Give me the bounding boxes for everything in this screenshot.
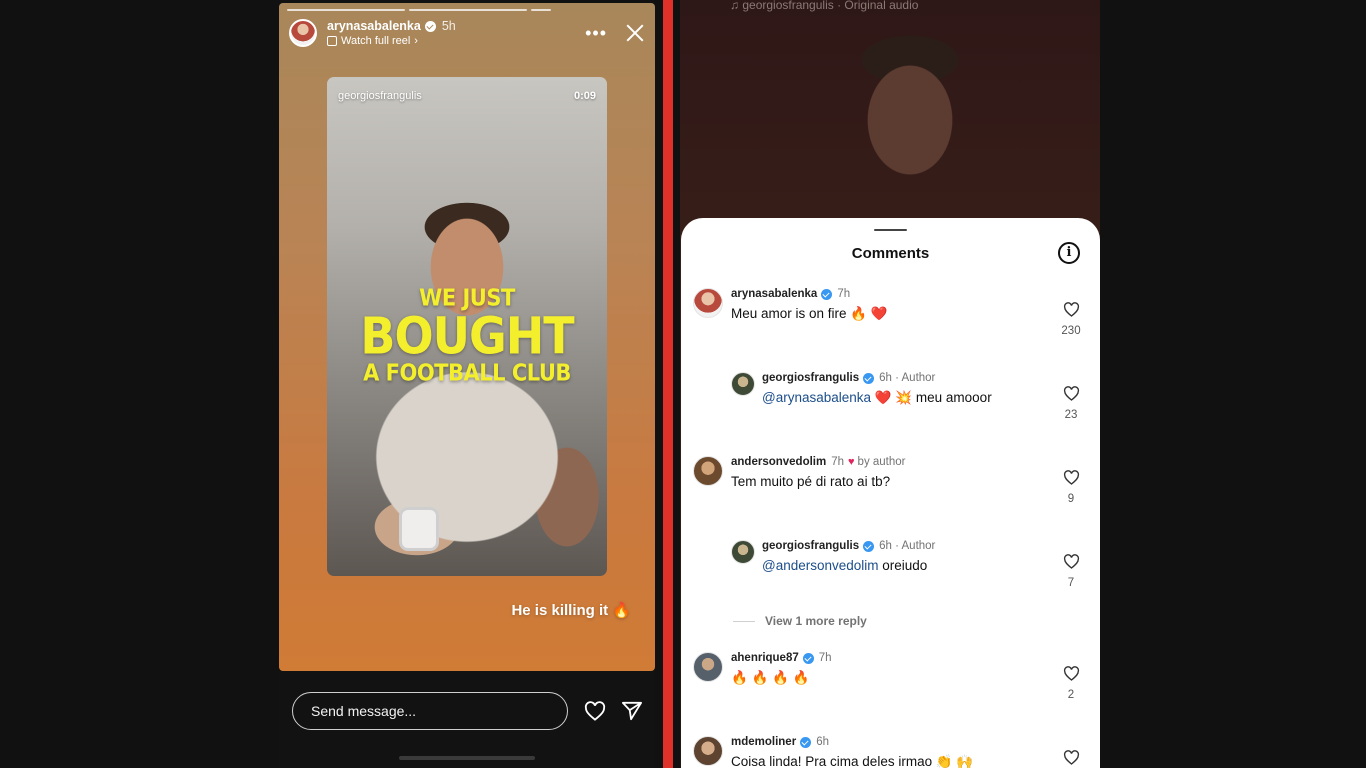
reel-preview[interactable]: georgiosfrangulis 0:09 WE JUST BOUGHT A …	[327, 77, 607, 576]
avatar[interactable]	[693, 456, 723, 486]
like-button[interactable]: 2	[1060, 666, 1082, 701]
divider	[663, 0, 673, 768]
like-button[interactable]: 7	[1060, 554, 1082, 589]
info-icon[interactable]: i	[1058, 242, 1080, 264]
avatar[interactable]	[693, 736, 723, 766]
like-count: 23	[1064, 409, 1078, 421]
comment-text: Coisa linda! Pra cima deles irmao 👏 🙌	[731, 754, 974, 768]
story-footer: Send message...	[279, 671, 655, 768]
avatar[interactable]	[693, 288, 723, 318]
story-header: arynasabalenka 5h Watch full reel › •••	[289, 17, 645, 49]
reel-username: georgiosfrangulis	[338, 90, 422, 102]
mention-link[interactable]: @arynasabalenka	[762, 390, 871, 405]
comment-text: @andersonvedolim oreiudo	[762, 558, 928, 573]
avatar[interactable]	[731, 540, 755, 564]
chevron-right-icon: ›	[414, 35, 418, 47]
verified-icon	[800, 736, 812, 748]
comment-time: 7h	[837, 288, 851, 300]
comment-username[interactable]: arynasabalenka	[731, 288, 817, 300]
watch-full-reel-link[interactable]: Watch full reel ›	[327, 35, 456, 47]
like-button[interactable]	[1060, 750, 1082, 765]
heart-icon[interactable]	[584, 701, 606, 721]
heart-icon: ♥	[848, 456, 855, 468]
verified-icon	[424, 20, 436, 32]
verified-icon	[863, 540, 875, 552]
heart-icon	[1063, 302, 1079, 317]
like-count: 230	[1061, 325, 1081, 337]
screen: arynasabalenka 5h Watch full reel › ••• …	[0, 0, 1366, 768]
comment-username[interactable]: andersonvedolim	[731, 456, 826, 468]
like-button[interactable]: 23	[1060, 386, 1082, 421]
audio-label: ♫ georgiosfrangulis · Original audio	[730, 0, 919, 12]
reel-icon	[327, 36, 337, 46]
more-horizontal-icon[interactable]: •••	[585, 24, 607, 42]
heart-icon	[1063, 470, 1079, 485]
heart-icon	[1063, 750, 1079, 765]
send-message-input[interactable]: Send message...	[292, 692, 568, 730]
comment-text: 🔥 🔥 🔥 🔥	[731, 670, 810, 685]
comment-time: 6h · Author	[879, 372, 936, 384]
verified-icon	[863, 372, 875, 384]
comment-text: @arynasabalenka ❤️ 💥 meu amooor	[762, 390, 992, 405]
comment-username[interactable]: mdemoliner	[731, 736, 796, 748]
verified-icon	[821, 288, 833, 300]
comment-username[interactable]: ahenrique87	[731, 652, 799, 664]
like-count: 9	[1067, 493, 1075, 505]
caption-line-2: BOUGHT	[360, 306, 574, 366]
avatar[interactable]	[289, 19, 317, 47]
comment-time: 6h	[816, 736, 829, 748]
heart-icon	[1063, 386, 1079, 401]
wristwatch-image	[399, 507, 439, 551]
story-viewer[interactable]: arynasabalenka 5h Watch full reel › ••• …	[279, 3, 655, 671]
comments-sheet: Comments i arynasabalenka 7h Meu amor is…	[681, 218, 1100, 768]
sheet-handle[interactable]	[874, 229, 907, 231]
mention-link[interactable]: @andersonvedolim	[762, 558, 879, 573]
story-text-overlay: He is killing it 🔥	[511, 602, 631, 619]
home-indicator	[399, 756, 535, 760]
verified-icon	[802, 652, 814, 664]
reel-caption: WE JUST BOUGHT A FOOTBALL CLUB	[327, 286, 607, 387]
caption-line-3: A FOOTBALL CLUB	[363, 359, 571, 387]
like-count: 7	[1067, 577, 1075, 589]
story-progress-bar	[287, 9, 551, 11]
avatar[interactable]	[693, 652, 723, 682]
comment-time: 7h	[831, 456, 845, 468]
comment-username[interactable]: georgiosfrangulis	[762, 372, 859, 384]
like-button[interactable]: 9	[1060, 470, 1082, 505]
heart-icon	[1063, 554, 1079, 569]
send-icon[interactable]	[621, 701, 643, 721]
comment-time: 6h · Author	[879, 540, 936, 552]
avatar[interactable]	[731, 372, 755, 396]
watch-full-reel-label: Watch full reel	[341, 35, 411, 47]
comment-username[interactable]: georgiosfrangulis	[762, 540, 859, 552]
heart-icon	[1063, 666, 1079, 681]
story-time: 5h	[441, 19, 456, 33]
comment-text: Tem muito pé di rato ai tb?	[731, 474, 891, 489]
comment-time: 7h	[818, 652, 832, 664]
view-more-replies-button[interactable]: View 1 more reply	[733, 614, 867, 628]
like-count: 2	[1067, 689, 1075, 701]
comment-text: Meu amor is on fire 🔥 ❤️	[731, 306, 888, 321]
story-username[interactable]: arynasabalenka	[327, 19, 421, 33]
reel-duration: 0:09	[573, 90, 596, 102]
liked-by-author-badge: ♥ by author	[848, 456, 906, 468]
like-button[interactable]: 230	[1060, 302, 1082, 337]
sheet-title: Comments	[851, 245, 930, 262]
close-icon[interactable]	[625, 23, 645, 43]
